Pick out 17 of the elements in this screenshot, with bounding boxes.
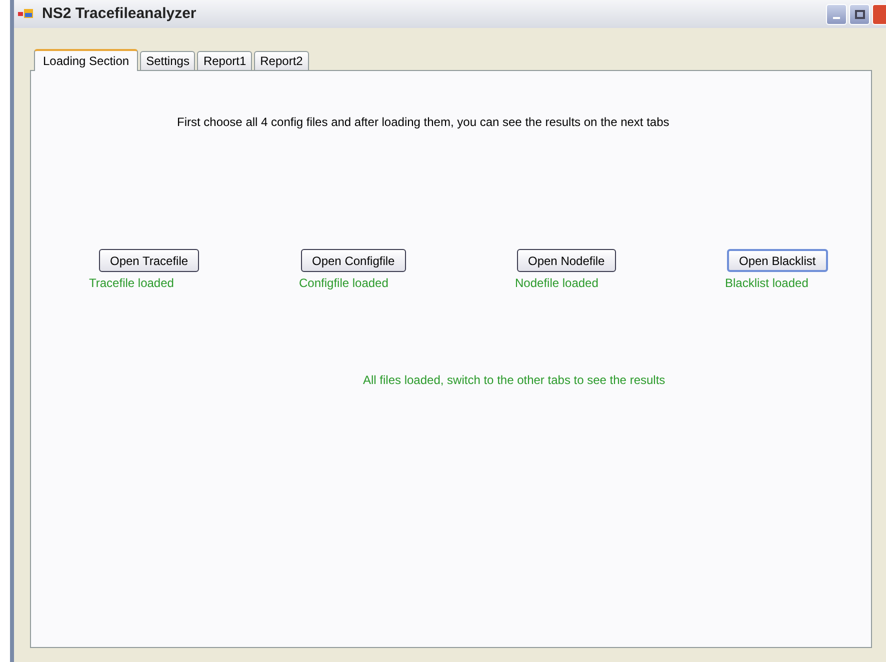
tab[interactable]: Loading Section [34,49,138,71]
open-file-button[interactable]: Open Blacklist [727,249,828,272]
maximize-button[interactable] [849,4,870,24]
window-title: NS2 Tracefileanalyzer [42,4,196,24]
open-file-button[interactable]: Open Configfile [301,249,406,272]
app-icon [18,7,34,21]
tab[interactable]: Report2 [254,51,309,70]
instruction-text: First choose all 4 config files and after loading them, you can see the results on the next tabs [177,114,670,131]
open-file-button[interactable]: Open Nodefile [517,249,616,272]
status-message: All files loaded, switch to the other tabs to see the results [363,372,666,389]
status-label: Configfile loaded [299,275,388,292]
status-label: Nodefile loaded [515,275,598,292]
tab[interactable]: Report1 [197,51,252,70]
status-label: Blacklist loaded [725,275,808,292]
status-label: Tracefile loaded [89,275,174,292]
tab[interactable]: Settings [140,51,196,70]
open-file-button[interactable]: Open Tracefile [99,249,200,272]
